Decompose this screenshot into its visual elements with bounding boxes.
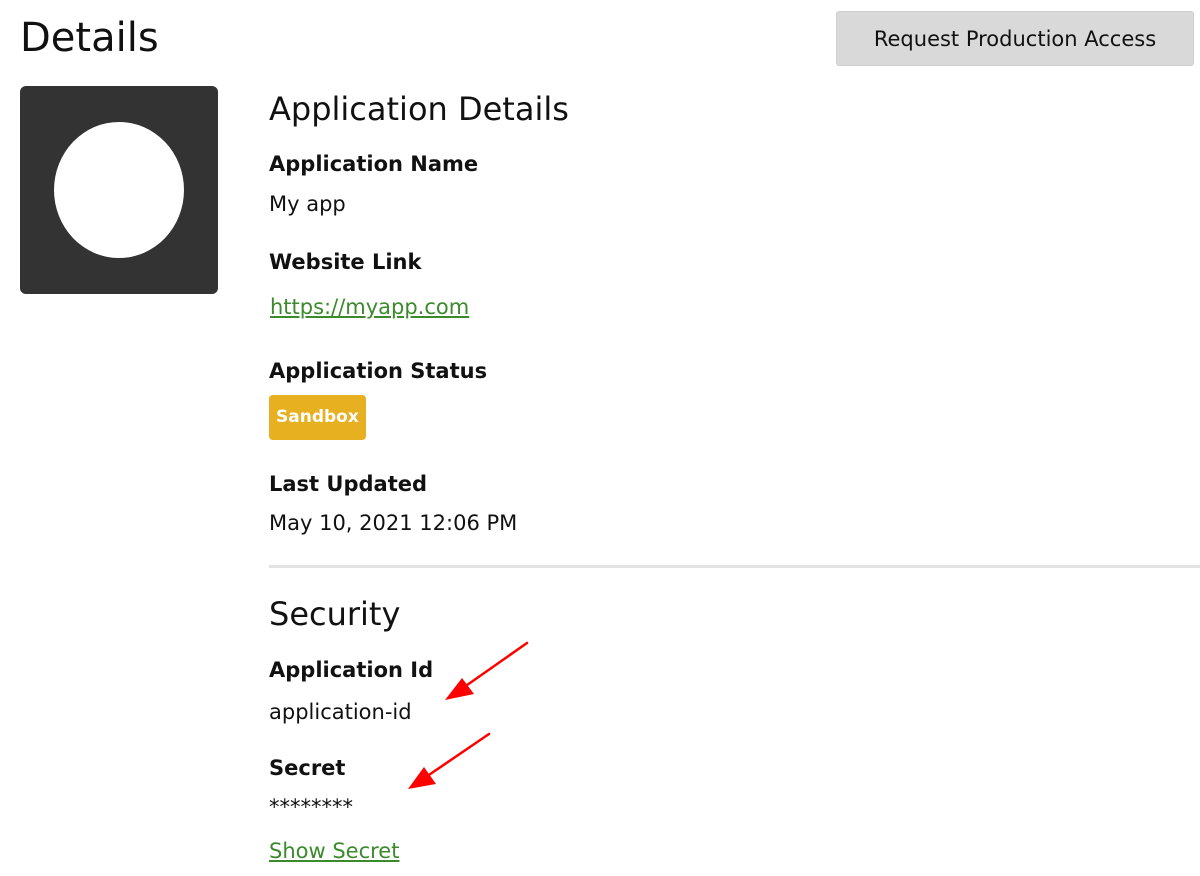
application-name-value: My app [269,192,346,216]
show-secret-link[interactable]: Show Secret [269,837,399,865]
secret-label: Secret [269,756,346,780]
security-heading: Security [269,595,401,633]
application-status-label: Application Status [269,359,488,383]
secret-value: ******** [269,795,353,819]
details-page: Details Request Production Access Applic… [0,0,1200,876]
arrow-to-application-id-icon [445,641,529,700]
last-updated-value: May 10, 2021 12:06 PM [269,511,518,535]
app-logo-placeholder-icon [54,122,184,258]
application-details-heading: Application Details [269,90,569,128]
page-title: Details [20,15,159,61]
request-production-access-button[interactable]: Request Production Access [836,11,1194,66]
arrow-to-secret-icon [408,732,491,789]
status-badge: Sandbox [269,395,366,440]
section-divider [269,565,1200,568]
last-updated-label: Last Updated [269,472,428,496]
application-id-label: Application Id [269,658,434,682]
website-link-label: Website Link [269,250,422,274]
application-id-value: application-id [269,700,412,724]
website-link[interactable]: https://myapp.com [270,293,469,321]
app-avatar [20,86,218,294]
application-name-label: Application Name [269,152,479,176]
